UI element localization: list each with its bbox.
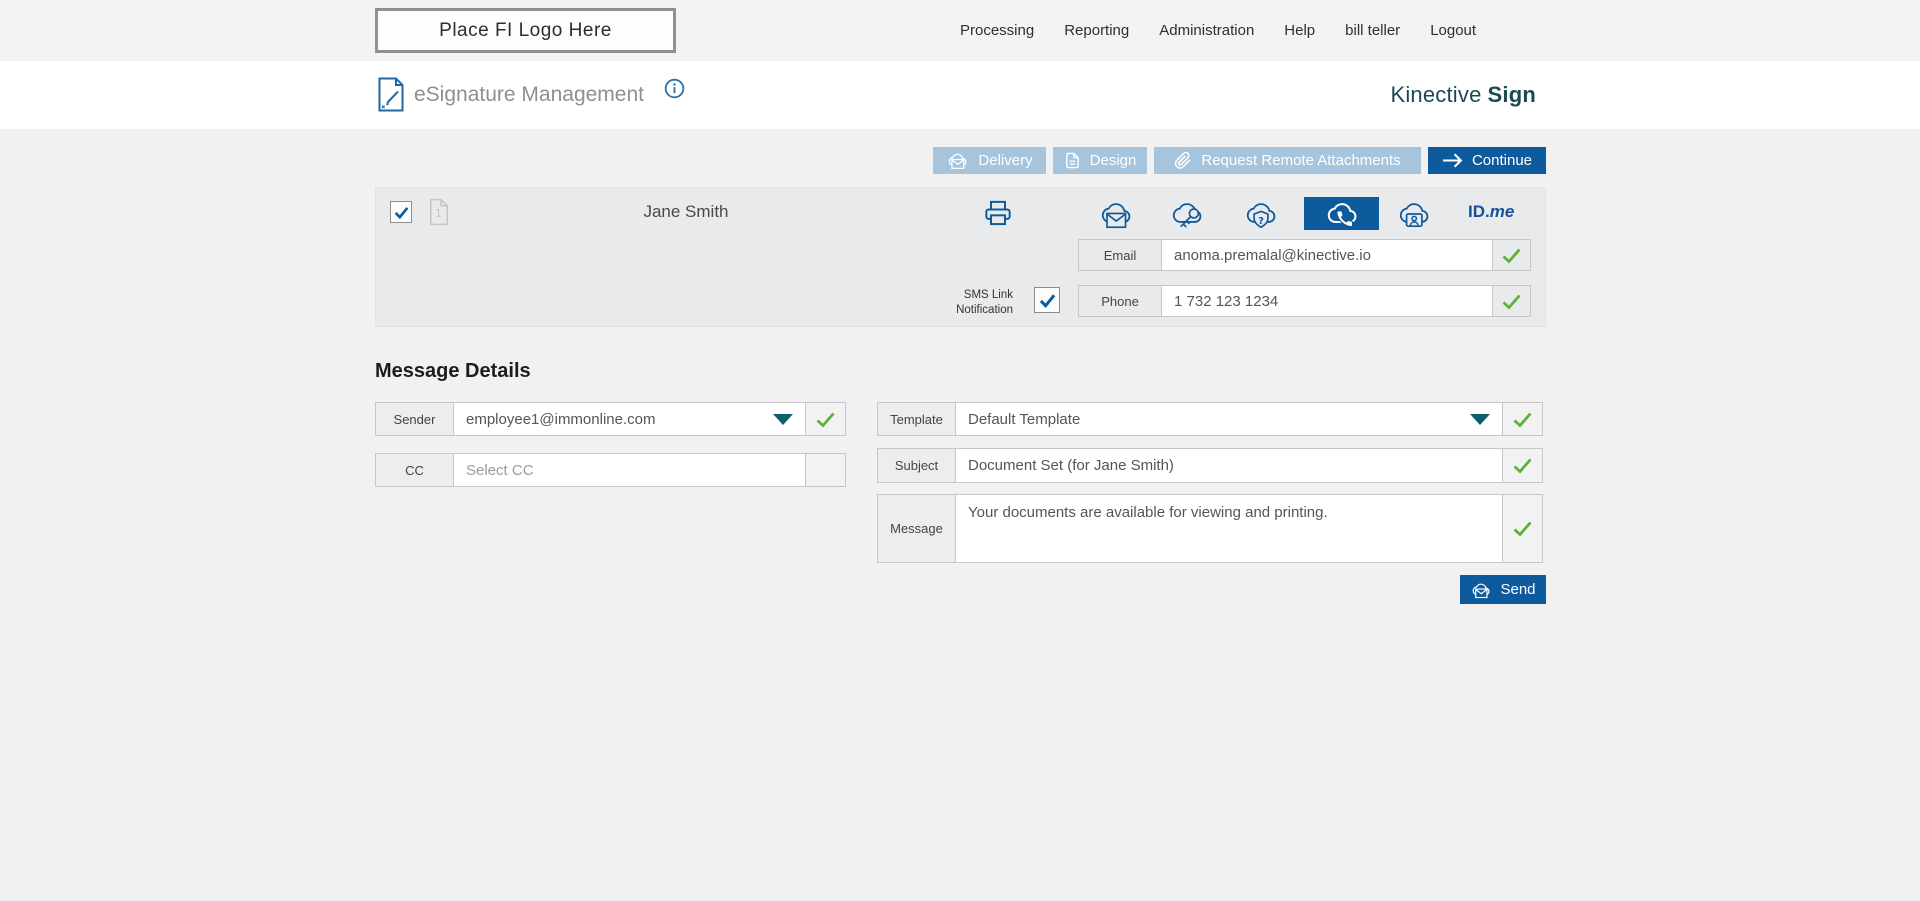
cloud-key-icon[interactable]	[1169, 197, 1205, 231]
delivery-button-label: Delivery	[978, 152, 1032, 169]
subject-field-group: Subject	[877, 448, 1543, 483]
page-title: eSignature Management	[414, 61, 644, 129]
continue-button-label: Continue	[1472, 152, 1532, 169]
brand-name: Kinective	[1390, 82, 1481, 108]
send-button[interactable]: Send	[1460, 575, 1546, 604]
design-button[interactable]: Design	[1053, 147, 1147, 174]
cloud-phone-icon	[1324, 197, 1360, 231]
request-remote-attachments-button[interactable]: Request Remote Attachments	[1154, 147, 1421, 174]
esignature-page: Place FI Logo Here Processing Reporting …	[0, 0, 1920, 901]
sender-value: employee1@immonline.com	[466, 411, 655, 428]
design-button-label: Design	[1090, 152, 1137, 169]
id-me-bold-text: ID.	[1468, 202, 1490, 221]
subject-input[interactable]	[956, 449, 1502, 482]
cloud-phone-sms-icon-selected[interactable]	[1304, 197, 1379, 230]
email-input[interactable]	[1162, 240, 1492, 270]
chevron-down-icon	[1470, 414, 1490, 425]
arrow-right-icon	[1442, 153, 1463, 168]
nav-help[interactable]: Help	[1284, 22, 1315, 39]
cloud-envelope-icon	[1470, 580, 1492, 600]
toolbar: Delivery Design Request Remote Attachmen…	[375, 147, 1546, 174]
sender-label: Sender	[376, 403, 454, 435]
phone-field-group: Phone	[1078, 285, 1531, 317]
message-textarea[interactable]: Your documents are available for viewing…	[956, 495, 1502, 562]
template-label: Template	[878, 403, 956, 435]
message-label: Message	[878, 495, 956, 562]
valid-check-icon	[1512, 457, 1533, 474]
cc-input[interactable]	[454, 454, 805, 486]
email-valid-cell	[1492, 240, 1530, 270]
cloud-envelope-icon	[946, 150, 969, 171]
info-icon[interactable]	[664, 78, 685, 99]
sms-link-label-line2: Notification	[916, 303, 1013, 318]
valid-check-icon	[815, 411, 836, 428]
delivery-button[interactable]: Delivery	[933, 147, 1046, 174]
continue-button[interactable]: Continue	[1428, 147, 1546, 174]
checkmark-icon	[1038, 292, 1057, 309]
sms-link-notification-checkbox[interactable]	[1034, 287, 1060, 313]
nav-reporting[interactable]: Reporting	[1064, 22, 1129, 39]
document-pen-icon	[377, 75, 405, 113]
fi-logo-text: Place FI Logo Here	[439, 20, 612, 42]
sms-link-label-line1: SMS Link	[916, 288, 1013, 303]
template-select[interactable]: Default Template	[956, 403, 1502, 435]
recipient-name: Jane Smith	[556, 188, 816, 236]
valid-check-icon	[1512, 411, 1533, 428]
brand-logo: Kinective Sign	[1390, 61, 1536, 129]
nav-processing[interactable]: Processing	[960, 22, 1034, 39]
message-details-heading: Message Details	[375, 360, 531, 383]
cloud-security-question-icon[interactable]: ?	[1243, 197, 1279, 231]
nav-logout[interactable]: Logout	[1430, 22, 1476, 39]
nav-user-bill-teller[interactable]: bill teller	[1345, 22, 1400, 39]
email-field-group: Email	[1078, 239, 1531, 271]
request-remote-attachments-label: Request Remote Attachments	[1201, 152, 1400, 169]
sms-link-notification-label: SMS Link Notification	[916, 288, 1013, 318]
paperclip-icon	[1174, 151, 1192, 170]
sender-select[interactable]: employee1@immonline.com	[454, 403, 805, 435]
subject-label: Subject	[878, 449, 956, 482]
printer-icon[interactable]	[984, 199, 1012, 227]
chevron-down-icon	[773, 414, 793, 425]
template-value: Default Template	[968, 411, 1080, 428]
send-button-label: Send	[1500, 581, 1535, 598]
valid-check-icon	[1501, 293, 1522, 310]
template-valid-cell	[1502, 403, 1542, 435]
message-field-group: Message Your documents are available for…	[877, 494, 1543, 563]
subject-valid-cell	[1502, 449, 1542, 482]
page-header: eSignature Management Kinective Sign	[0, 61, 1920, 129]
recipient-panel: 1 Jane Smith ?	[375, 187, 1546, 327]
cc-field-group: CC	[375, 453, 846, 487]
cc-label: CC	[376, 454, 454, 486]
id-me-italic-text: me	[1490, 202, 1515, 221]
id-me-icon[interactable]: ID.me	[1468, 202, 1514, 222]
sender-valid-cell	[805, 403, 845, 435]
template-field-group: Template Default Template	[877, 402, 1543, 436]
phone-valid-cell	[1492, 286, 1530, 316]
nav-administration[interactable]: Administration	[1159, 22, 1254, 39]
top-nav: Processing Reporting Administration Help…	[960, 0, 1476, 61]
message-valid-cell	[1502, 495, 1542, 562]
phone-input[interactable]	[1162, 286, 1492, 316]
recipient-select-checkbox[interactable]	[390, 201, 412, 223]
sender-field-group: Sender employee1@immonline.com	[375, 402, 846, 436]
email-label: Email	[1079, 240, 1162, 270]
page-count-icon: 1	[427, 198, 449, 226]
topbar: Place FI Logo Here Processing Reporting …	[0, 0, 1920, 61]
checkmark-icon	[393, 205, 410, 220]
document-lines-icon	[1064, 151, 1081, 170]
valid-check-icon	[1512, 520, 1533, 537]
svg-text:?: ?	[1258, 216, 1264, 227]
cloud-person-icon[interactable]	[1396, 197, 1432, 231]
phone-label: Phone	[1079, 286, 1162, 316]
cc-empty-cell	[805, 454, 845, 486]
valid-check-icon	[1501, 247, 1522, 264]
fi-logo-placeholder: Place FI Logo Here	[375, 8, 676, 53]
brand-product: Sign	[1488, 82, 1536, 108]
svg-text:1: 1	[435, 207, 442, 220]
cloud-email-icon[interactable]	[1098, 197, 1134, 231]
